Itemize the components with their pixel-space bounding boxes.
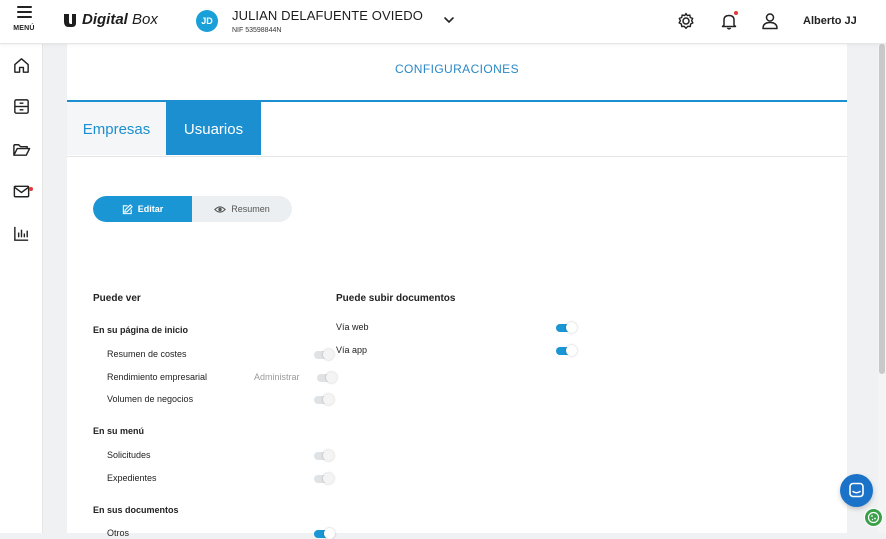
eye-icon [214, 205, 227, 213]
tab-empresas[interactable]: Empresas [67, 102, 166, 155]
company-nif: NIF 53598844N [232, 27, 282, 34]
settings-card: CONFIGURACIONES Empresas Usuarios Editar… [67, 44, 847, 539]
toggle-upload-web[interactable] [556, 322, 577, 333]
logo-mark-icon [64, 13, 76, 27]
toggle-performance[interactable] [317, 372, 337, 383]
perm-label-requests: Solicitudes [107, 450, 151, 460]
page-scrollbar[interactable] [878, 44, 886, 533]
scrollbar-thumb[interactable] [879, 44, 885, 374]
user-icon[interactable] [760, 11, 780, 31]
can-view-title: Puede ver [93, 293, 141, 304]
can-upload-title: Puede subir documentos [336, 293, 456, 304]
perm-label-volume: Volumen de negocios [107, 394, 194, 404]
perm-label-files: Expedientes [107, 473, 157, 483]
documents-section-title: En sus documentos [93, 505, 179, 515]
edit-icon [122, 203, 133, 214]
home-icon[interactable] [12, 56, 31, 75]
toggle-costs[interactable] [314, 349, 334, 360]
folder-open-icon[interactable] [12, 140, 31, 159]
menu-label: MENÚ [13, 25, 35, 32]
toggle-volume[interactable] [314, 394, 334, 405]
upload-label-web: Vía web [336, 322, 369, 332]
summary-button[interactable]: Resumen [192, 196, 292, 222]
perm-label-others: Otros [107, 528, 130, 538]
toggle-others[interactable] [314, 528, 335, 539]
tab-usuarios[interactable]: Usuarios [166, 102, 261, 155]
toggle-upload-app[interactable] [556, 345, 577, 356]
mail-alert-dot [29, 187, 33, 191]
company-avatar[interactable]: JD [196, 10, 218, 32]
logo-text: Digital Box [82, 11, 158, 28]
toggle-requests[interactable] [314, 450, 334, 461]
mode-switch: Editar Resumen [93, 196, 292, 222]
sidebar [0, 44, 43, 533]
mail-icon[interactable] [12, 182, 31, 201]
admin-note: Administrar [254, 372, 300, 382]
page-title: CONFIGURACIONES [394, 62, 519, 76]
toggle-files[interactable] [314, 473, 334, 484]
hamburger-icon [16, 6, 32, 18]
edit-button[interactable]: Editar [93, 196, 192, 222]
company-name[interactable]: JULIAN DELAFUENTE OVIEDO [232, 8, 423, 23]
user-name[interactable]: Alberto JJ [803, 15, 857, 27]
settings-tabs: Empresas Usuarios [67, 102, 847, 157]
upload-label-app: Vía app [336, 345, 368, 355]
cookie-icon[interactable] [864, 508, 883, 527]
top-header: MENÚ Digital Box JD JULIAN DELAFUENTE OV… [0, 0, 886, 44]
chat-icon [849, 482, 864, 498]
summary-label: Resumen [231, 204, 270, 214]
menu-button[interactable]: MENÚ [8, 4, 40, 38]
edit-label: Editar [137, 204, 164, 214]
perm-label-performance: Rendimiento empresarial [107, 372, 208, 382]
chat-button[interactable] [840, 474, 873, 507]
home-section-title: En su página de inicio [93, 325, 189, 335]
gear-icon[interactable] [676, 11, 696, 31]
notification-dot [734, 11, 738, 15]
chevron-down-icon[interactable] [443, 15, 455, 25]
app-logo[interactable]: Digital Box [62, 11, 158, 28]
menu-section-title: En su menú [93, 426, 145, 436]
archive-icon[interactable] [12, 97, 31, 116]
chart-icon[interactable] [12, 224, 31, 243]
perm-label-costs: Resumen de costes [107, 349, 187, 359]
